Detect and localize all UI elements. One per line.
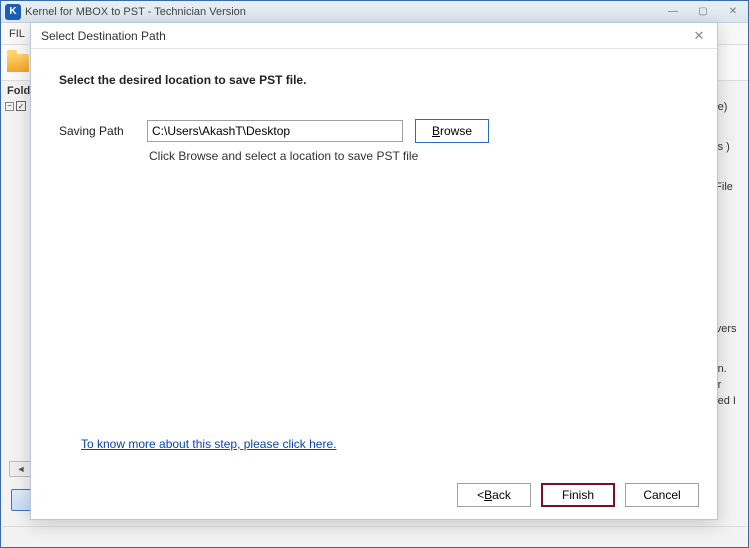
help-link[interactable]: To know more about this step, please cli… [81,437,336,451]
browse-mnemonic: B [432,124,440,138]
menu-file[interactable]: FIL [9,28,25,40]
destination-path-dialog: Select Destination Path ✕ Select the des… [30,22,718,520]
back-text: ack [492,488,511,502]
dialog-footer: < Back Finish Cancel [31,471,717,519]
back-mnemonic: B [484,488,492,502]
saving-path-input[interactable] [147,120,403,142]
minimize-button[interactable]: — [659,3,687,21]
app-icon: K [5,4,21,20]
parent-titlebar: K Kernel for MBOX to PST - Technician Ve… [1,1,748,23]
dialog-close-button[interactable]: ✕ [687,27,711,45]
browse-text: rowse [440,124,472,138]
saving-path-row: Saving Path Browse [59,119,689,143]
back-button[interactable]: < Back [457,483,531,507]
finish-button[interactable]: Finish [541,483,615,507]
saving-path-hint: Click Browse and select a location to sa… [149,149,689,163]
saving-path-label: Saving Path [59,124,135,138]
parent-title: Kernel for MBOX to PST - Technician Vers… [25,6,658,18]
back-prefix: < [477,488,484,502]
status-bar [2,526,747,546]
dialog-title: Select Destination Path [41,29,687,43]
dialog-body: Select the desired location to save PST … [31,49,717,471]
maximize-button[interactable]: ▢ [689,3,717,21]
tree-checkbox[interactable]: ✓ [16,101,26,111]
tree-collapse-icon[interactable]: − [5,102,14,111]
cancel-button[interactable]: Cancel [625,483,699,507]
parent-close-button[interactable]: ✕ [719,3,747,21]
dialog-titlebar: Select Destination Path ✕ [31,23,717,49]
dialog-instruction: Select the desired location to save PST … [59,73,689,87]
open-folder-icon[interactable] [7,54,29,72]
browse-button[interactable]: Browse [415,119,489,143]
